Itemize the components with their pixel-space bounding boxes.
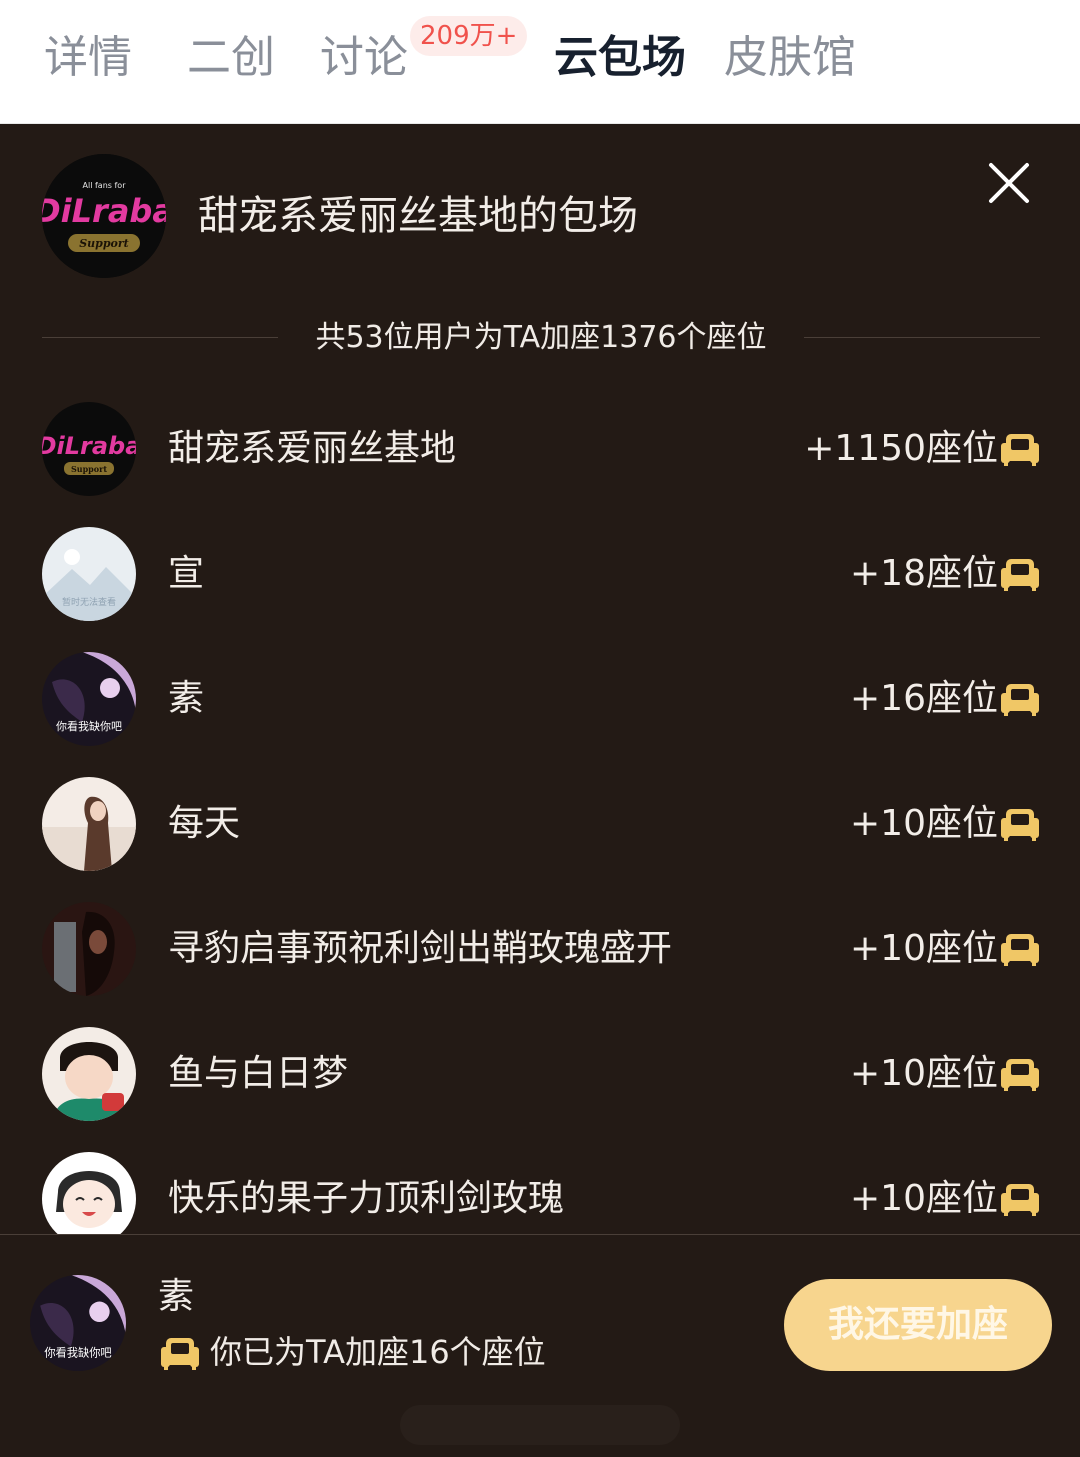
seat-count: +10座位 xyxy=(850,1178,998,1219)
summary-text: 共53位用户为TA加座1376个座位 xyxy=(315,320,767,355)
seat-count: +10座位 xyxy=(850,803,998,844)
cloud-screening-panel: All fans for DiLraba Support 甜宠系爱丽丝基地的包场… xyxy=(0,124,1080,1234)
host-avatar-logo-text: DiLraba xyxy=(42,192,166,230)
list-item[interactable]: 鱼与白日梦 +10座位 xyxy=(0,1011,1080,1136)
sofa-seat-icon xyxy=(1001,434,1039,466)
supporter-name: 宣 xyxy=(168,553,205,594)
list-item[interactable]: 快乐的果子力顶利剑玫瑰 +10座位 xyxy=(0,1136,1080,1234)
sofa-seat-icon xyxy=(1001,559,1039,591)
avatar-caption: 暂时无法查看 xyxy=(62,596,116,608)
seat-summary: 共53位用户为TA加座1376个座位 xyxy=(42,316,1040,360)
supporter-name: 素 xyxy=(168,678,205,719)
avatar: 你看我缺你吧 xyxy=(42,652,136,746)
seat-count: +10座位 xyxy=(850,1053,998,1094)
list-item[interactable]: 每天 +10座位 xyxy=(0,761,1080,886)
seat-count: +10座位 xyxy=(850,928,998,969)
supporter-name: 寻豹启事预祝利剑出鞘玫瑰盛开 xyxy=(168,928,673,969)
host-avatar[interactable]: All fans for DiLraba Support xyxy=(42,154,166,278)
avatar-caption: 你看我缺你吧 xyxy=(56,719,122,733)
discussion-count-badge: 209万+ xyxy=(410,16,528,56)
supporter-name: 每天 xyxy=(168,803,241,844)
avatar-logo-text: DiLraba xyxy=(42,432,136,460)
sofa-seat-icon xyxy=(1001,684,1039,716)
add-more-seats-button[interactable]: 我还要加座 xyxy=(784,1279,1052,1371)
seat-count: +18座位 xyxy=(850,553,998,594)
avatar: 暂时无法查看 xyxy=(42,527,136,621)
seat-count: +16座位 xyxy=(850,678,998,719)
sofa-seat-icon xyxy=(1001,809,1039,841)
supporter-name: 快乐的果子力顶利剑玫瑰 xyxy=(168,1178,565,1219)
close-icon[interactable] xyxy=(982,156,1036,210)
avatar xyxy=(42,1152,136,1234)
list-item[interactable]: DiLraba Support 甜宠系爱丽丝基地 +1150座位 xyxy=(0,386,1080,511)
avatar: DiLraba Support xyxy=(42,402,136,496)
list-item[interactable]: 你看我缺你吧 素 +16座位 xyxy=(0,636,1080,761)
my-support-bar: 你看我缺你吧 素 你已为TA加座16个座位 我还要加座 xyxy=(0,1234,1080,1457)
list-item[interactable]: 暂时无法查看 宣 +18座位 xyxy=(0,511,1080,636)
sofa-seat-icon xyxy=(1001,1059,1039,1091)
avatar xyxy=(42,777,136,871)
tab-fan-creations[interactable]: 二创 xyxy=(187,30,275,86)
sofa-seat-icon xyxy=(1001,934,1039,966)
tab-cloud-screening[interactable]: 云包场 xyxy=(554,30,686,86)
supporter-name: 甜宠系爱丽丝基地 xyxy=(168,428,457,469)
avatar xyxy=(42,902,136,996)
avatar xyxy=(42,1027,136,1121)
my-seat-description: 你已为TA加座16个座位 xyxy=(210,1333,546,1371)
host-avatar-pill-text: Support xyxy=(79,237,129,250)
tab-bar: 详情 二创 讨论 209万+ 云包场 皮肤馆 xyxy=(0,0,1080,124)
sofa-seat-icon xyxy=(161,1338,199,1370)
supporter-name: 鱼与白日梦 xyxy=(168,1053,349,1094)
my-avatar[interactable]: 你看我缺你吧 xyxy=(30,1275,126,1371)
avatar-caption: 你看我缺你吧 xyxy=(44,1346,111,1360)
avatar-pill-text: Support xyxy=(71,464,107,474)
tab-details[interactable]: 详情 xyxy=(44,30,132,86)
tab-discussion[interactable]: 讨论 xyxy=(320,30,408,86)
seat-count: +1150座位 xyxy=(804,428,998,469)
blurred-footer-overlay xyxy=(400,1405,680,1445)
tab-skins[interactable]: 皮肤馆 xyxy=(724,30,856,86)
divider-right xyxy=(804,337,1040,338)
host-avatar-top-text: All fans for xyxy=(83,181,127,190)
panel-title: 甜宠系爱丽丝基地的包场 xyxy=(198,193,638,239)
sofa-seat-icon xyxy=(1001,1184,1039,1216)
my-name: 素 xyxy=(158,1276,195,1317)
list-item[interactable]: 寻豹启事预祝利剑出鞘玫瑰盛开 +10座位 xyxy=(0,886,1080,1011)
